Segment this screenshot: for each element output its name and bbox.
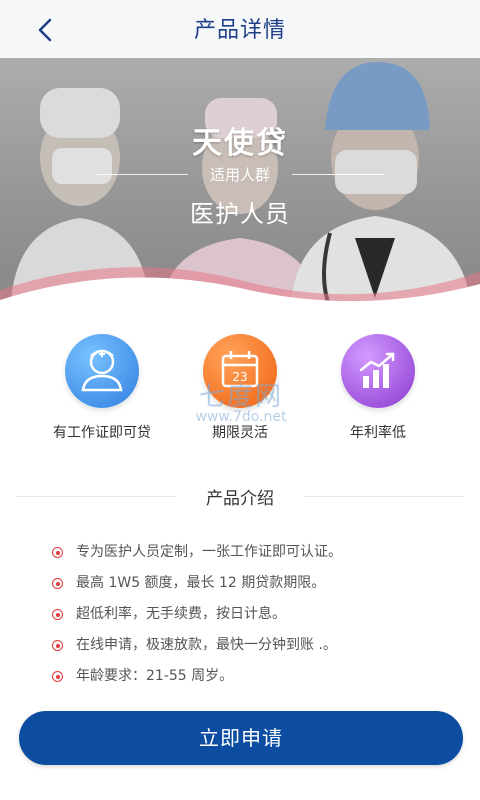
watermark: 七度网 www.7do.net xyxy=(176,376,306,425)
list-item: 在线申请，极速放款，最快一分钟到账 .。 xyxy=(48,634,458,665)
target-group: 医护人员 xyxy=(190,200,290,228)
feature-item: 有工作证即可贷 xyxy=(22,334,182,442)
hero-banner: 天使贷 适用人群 医护人员 xyxy=(0,58,480,320)
apply-button[interactable]: 立即申请 xyxy=(19,711,463,765)
nurse-badge-icon xyxy=(65,334,139,408)
list-item: 年龄要求：21-55 周岁。 xyxy=(48,665,458,696)
top-bar: 产品详情 xyxy=(0,0,480,58)
feature-label: 年利率低 xyxy=(350,425,406,441)
intro-list: 专为医护人员定制，一张工作证即可认证。 最高 1W5 额度，最长 12 期贷款期… xyxy=(48,541,458,696)
section-header: 产品介绍 xyxy=(16,484,464,509)
watermark-text: 七度网 xyxy=(198,382,283,412)
feature-item: 年利率低 xyxy=(298,334,458,442)
bullet-icon xyxy=(52,547,63,558)
feature-label: 有工作证即可贷 xyxy=(53,425,151,441)
list-item-text: 超低利率，无手续费，按日计息。 xyxy=(76,606,286,622)
list-item: 最高 1W5 额度，最长 12 期贷款期限。 xyxy=(48,572,458,603)
list-item: 专为医护人员定制，一张工作证即可认证。 xyxy=(48,541,458,572)
list-item-text: 专为医护人员定制，一张工作证即可认证。 xyxy=(76,544,342,560)
product-name: 天使贷 xyxy=(192,126,288,161)
list-item: 超低利率，无手续费，按日计息。 xyxy=(48,603,458,634)
list-item-text: 最高 1W5 额度，最长 12 期贷款期限。 xyxy=(76,575,326,591)
page-title: 产品详情 xyxy=(193,18,286,43)
bullet-icon xyxy=(52,578,63,589)
divider xyxy=(304,496,464,497)
hero-subtitle-row: 适用人群 xyxy=(0,162,480,186)
list-item-text: 在线申请，极速放款，最快一分钟到账 .。 xyxy=(76,637,337,653)
bullet-icon xyxy=(52,609,63,620)
hero-subtitle: 适用人群 xyxy=(209,166,270,184)
bullet-icon xyxy=(52,671,63,682)
wave-divider xyxy=(0,267,480,320)
list-item-text: 年龄要求：21-55 周岁。 xyxy=(76,668,234,684)
watermark-url: www.7do.net xyxy=(195,409,287,425)
bar-chart-icon xyxy=(341,334,415,408)
feature-label: 期限灵活 xyxy=(212,425,268,441)
divider xyxy=(292,174,384,175)
bullet-icon xyxy=(52,640,63,651)
